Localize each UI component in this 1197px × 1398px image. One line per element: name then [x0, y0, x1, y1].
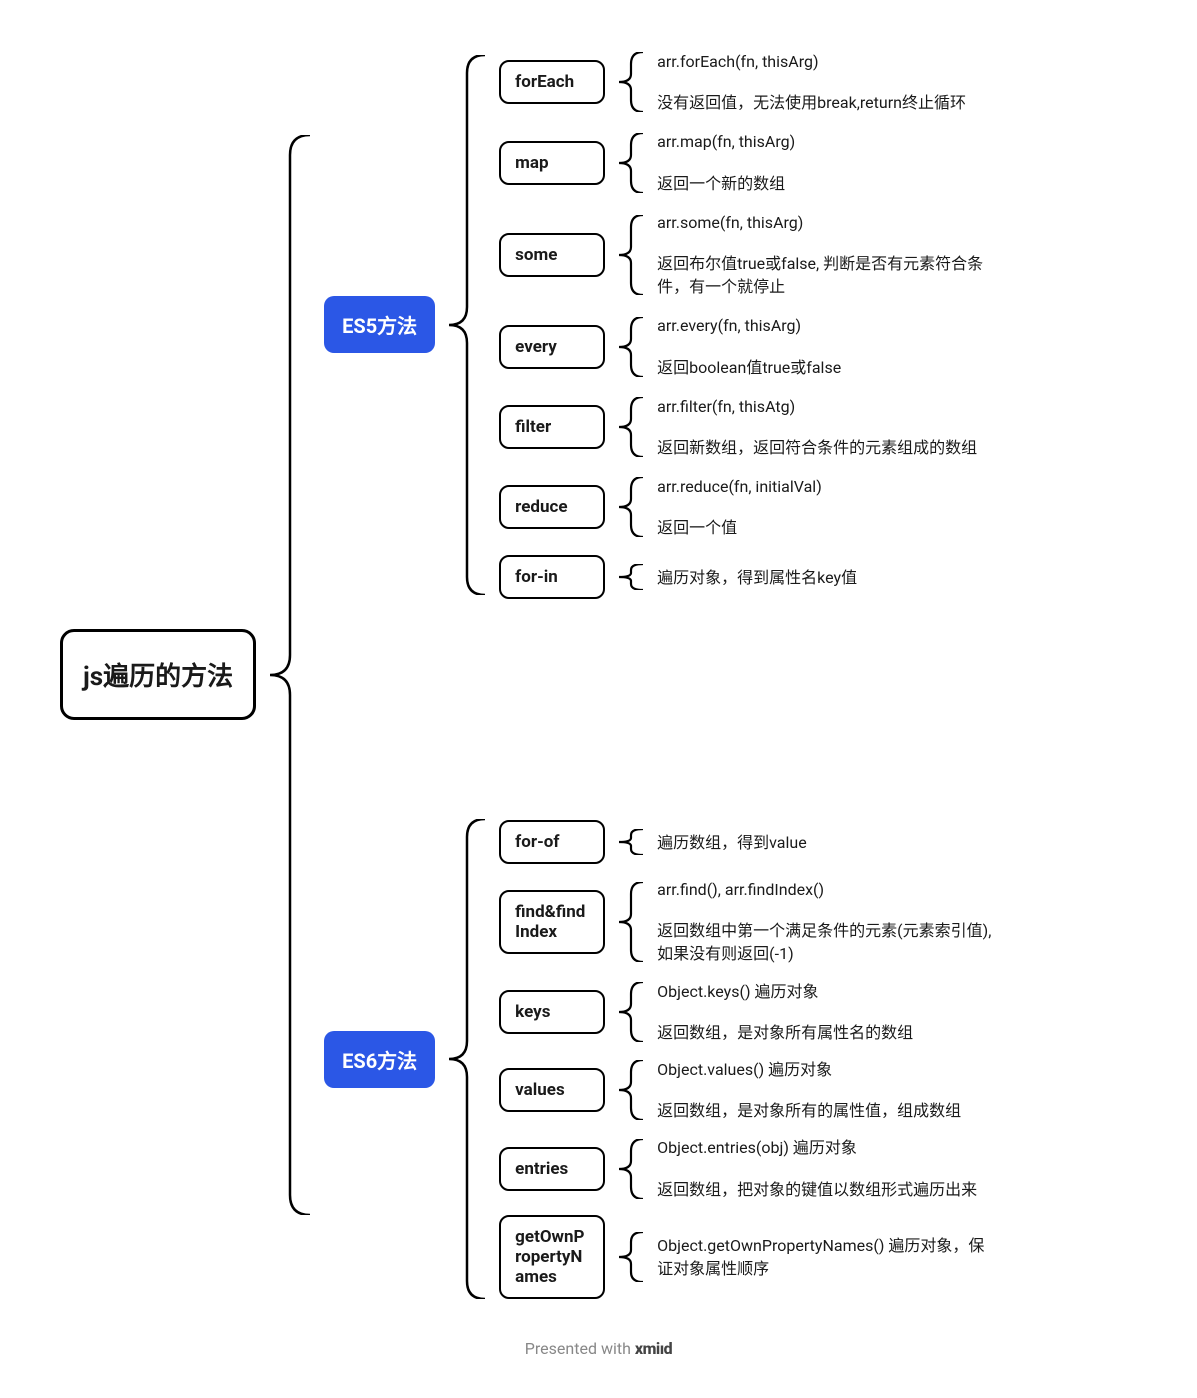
leaf-text: arr.some(fn, thisArg)	[657, 211, 997, 234]
brace-icon	[617, 1232, 645, 1282]
leaf-text: 遍历数组，得到value	[657, 831, 807, 854]
es6-methods: for-of 遍历数组，得到value find&findIndex arr.f…	[499, 820, 997, 1299]
brace-icon	[617, 133, 645, 193]
es5-methods: forEach arr.forEach(fn, thisArg) 没有返回值，无…	[499, 50, 997, 599]
method-node-getownpropertynames: getOwnPropertyNames	[499, 1215, 605, 1299]
method-filter: filter arr.filter(fn, thisAtg) 返回新数组，返回符…	[499, 395, 997, 459]
method-node-map: map	[499, 141, 605, 185]
leaf-text: Object.entries(obj) 遍历对象	[657, 1136, 977, 1159]
method-node-some: some	[499, 233, 605, 277]
leaf-text: Object.keys() 遍历对象	[657, 980, 913, 1003]
root-node: js遍历的方法	[60, 629, 256, 720]
method-every: every arr.every(fn, thisArg) 返回boolean值t…	[499, 314, 997, 378]
brace-icon	[617, 317, 645, 377]
brace-icon	[617, 397, 645, 457]
brace-icon	[617, 477, 645, 537]
method-node-every: every	[499, 325, 605, 369]
method-node-reduce: reduce	[499, 485, 605, 529]
leaf-text: arr.find(), arr.findIndex()	[657, 878, 997, 901]
method-node-filter: filter	[499, 405, 605, 449]
leaf-text: arr.reduce(fn, initialVal)	[657, 475, 822, 498]
method-for-of: for-of 遍历数组，得到value	[499, 820, 997, 864]
leaf-text: 返回布尔值true或false, 判断是否有元素符合条件，有一个就停止	[657, 252, 997, 298]
leaf-text: 返回数组，是对象所有属性名的数组	[657, 1021, 913, 1044]
category-branch-es6: ES6方法 for-of 遍历数组，得到value find&findIndex	[324, 819, 997, 1299]
method-reduce: reduce arr.reduce(fn, initialVal) 返回一个值	[499, 475, 997, 539]
method-node-entries: entries	[499, 1147, 605, 1191]
leaf-text: 返回数组，把对象的键值以数组形式遍历出来	[657, 1178, 977, 1201]
leaves-keys: Object.keys() 遍历对象 返回数组，是对象所有属性名的数组	[657, 980, 913, 1044]
leaves-filter: arr.filter(fn, thisAtg) 返回新数组，返回符合条件的元素组…	[657, 395, 977, 459]
method-values: values Object.values() 遍历对象 返回数组，是对象所有的属…	[499, 1058, 997, 1122]
brace-icon	[617, 1139, 645, 1199]
category-node-es6: ES6方法	[324, 1031, 435, 1088]
method-entries: entries Object.entries(obj) 遍历对象 返回数组，把对…	[499, 1136, 997, 1200]
brace-icon	[617, 564, 645, 590]
leaves-values: Object.values() 遍历对象 返回数组，是对象所有的属性值，组成数组	[657, 1058, 961, 1122]
method-getownpropertynames: getOwnPropertyNames Object.getOwnPropert…	[499, 1215, 997, 1299]
leaves-entries: Object.entries(obj) 遍历对象 返回数组，把对象的键值以数组形…	[657, 1136, 977, 1200]
method-node-foreach: forEach	[499, 60, 605, 104]
method-node-for-of: for-of	[499, 820, 605, 864]
leaf-text: arr.every(fn, thisArg)	[657, 314, 841, 337]
leaves-for-in: 遍历对象，得到属性名key值	[657, 566, 857, 589]
leaf-text: 没有返回值，无法使用break,return终止循环	[657, 91, 966, 114]
brace-root	[268, 135, 312, 1215]
brace-es5	[447, 55, 487, 595]
method-some: some arr.some(fn, thisArg) 返回布尔值true或fal…	[499, 211, 997, 299]
method-find: find&findIndex arr.find(), arr.findIndex…	[499, 878, 997, 966]
brace-icon	[617, 882, 645, 962]
method-for-in: for-in 遍历对象，得到属性名key值	[499, 555, 997, 599]
method-map: map arr.map(fn, thisArg) 返回一个新的数组	[499, 130, 997, 194]
leaf-text: 返回一个值	[657, 516, 822, 539]
method-node-keys: keys	[499, 990, 605, 1034]
leaf-text: 返回数组中第一个满足条件的元素(元素索引值), 如果没有则返回(-1)	[657, 919, 997, 965]
leaf-text: arr.forEach(fn, thisArg)	[657, 50, 966, 73]
category-node-es5: ES5方法	[324, 296, 435, 353]
brace-icon	[617, 215, 645, 295]
brace-es6	[447, 819, 487, 1299]
footer-logo: xmiıd	[635, 1339, 672, 1358]
leaves-reduce: arr.reduce(fn, initialVal) 返回一个值	[657, 475, 822, 539]
category-branch-es5: ES5方法 forEach arr.forEach(fn, thisArg) 没…	[324, 50, 997, 599]
leaf-text: 遍历对象，得到属性名key值	[657, 566, 857, 589]
leaves-find: arr.find(), arr.findIndex() 返回数组中第一个满足条件…	[657, 878, 997, 966]
leaf-text: Object.values() 遍历对象	[657, 1058, 961, 1081]
method-keys: keys Object.keys() 遍历对象 返回数组，是对象所有属性名的数组	[499, 980, 997, 1044]
leaves-map: arr.map(fn, thisArg) 返回一个新的数组	[657, 130, 795, 194]
leaves-every: arr.every(fn, thisArg) 返回boolean值true或fa…	[657, 314, 841, 378]
leaf-text: Object.getOwnPropertyNames() 遍历对象，保证对象属性…	[657, 1234, 997, 1280]
method-node-values: values	[499, 1068, 605, 1112]
brace-icon	[617, 982, 645, 1042]
method-node-for-in: for-in	[499, 555, 605, 599]
method-node-find: find&findIndex	[499, 890, 605, 954]
brace-icon	[617, 829, 645, 855]
method-foreach: forEach arr.forEach(fn, thisArg) 没有返回值，无…	[499, 50, 997, 114]
leaves-getownpropertynames: Object.getOwnPropertyNames() 遍历对象，保证对象属性…	[657, 1234, 997, 1280]
leaves-some: arr.some(fn, thisArg) 返回布尔值true或false, 判…	[657, 211, 997, 299]
leaves-for-of: 遍历数组，得到value	[657, 831, 807, 854]
footer: Presented with xmiıd	[60, 1339, 1137, 1358]
leaf-text: 返回boolean值true或false	[657, 356, 841, 379]
leaf-text: 返回新数组，返回符合条件的元素组成的数组	[657, 436, 977, 459]
leaf-text: 返回一个新的数组	[657, 172, 795, 195]
categories-column: ES5方法 forEach arr.forEach(fn, thisArg) 没…	[324, 50, 997, 1299]
leaf-text: arr.map(fn, thisArg)	[657, 130, 795, 153]
leaves-foreach: arr.forEach(fn, thisArg) 没有返回值，无法使用break…	[657, 50, 966, 114]
leaf-text: 返回数组，是对象所有的属性值，组成数组	[657, 1099, 961, 1122]
footer-prefix: Presented with	[525, 1339, 635, 1358]
leaf-text: arr.filter(fn, thisAtg)	[657, 395, 977, 418]
brace-icon	[617, 52, 645, 112]
mindmap-root-container: js遍历的方法 ES5方法 forEach arr.forEach(fn, th…	[60, 50, 1137, 1299]
brace-icon	[617, 1060, 645, 1120]
